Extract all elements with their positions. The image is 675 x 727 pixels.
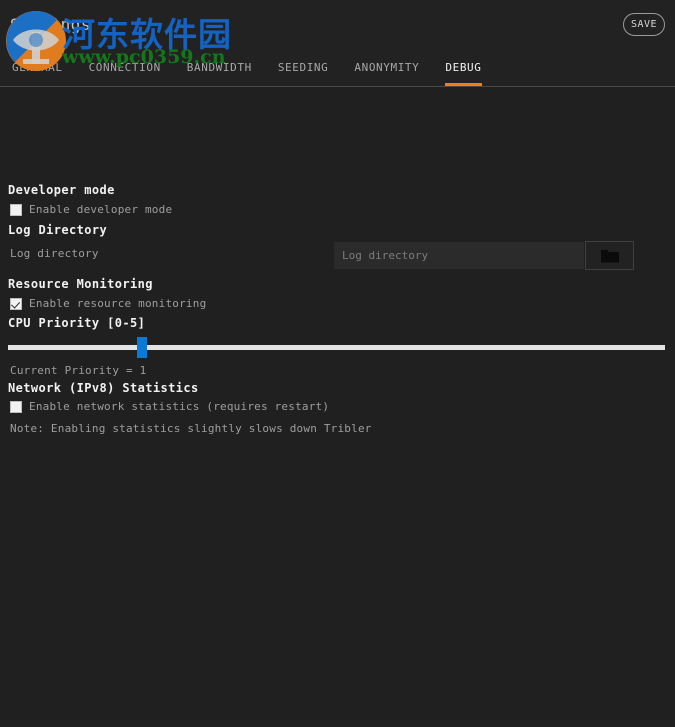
cpu-priority-slider[interactable] <box>8 337 665 359</box>
page-title: Settings <box>10 15 92 34</box>
cpu-priority-heading: CPU Priority [0-5] <box>8 316 146 330</box>
enable-developer-mode-label: Enable developer mode <box>29 203 173 216</box>
enable-developer-mode-checkbox[interactable] <box>10 203 22 216</box>
settings-tabbar: GENERAL CONNECTION BANDWIDTH SEEDING ANO… <box>12 54 508 86</box>
tab-seeding[interactable]: SEEDING <box>278 61 329 86</box>
log-directory-input[interactable] <box>334 242 584 269</box>
tab-connection[interactable]: CONNECTION <box>89 61 161 86</box>
log-directory-heading: Log Directory <box>8 223 108 237</box>
network-statistics-row[interactable]: Enable network statistics (requires rest… <box>10 400 329 413</box>
enable-network-statistics-label: Enable network statistics (requires rest… <box>29 400 330 413</box>
enable-network-statistics-checkbox[interactable] <box>10 400 22 413</box>
network-statistics-heading: Network (IPv8) Statistics <box>8 381 199 395</box>
tab-debug[interactable]: DEBUG <box>445 61 482 86</box>
tab-general[interactable]: GENERAL <box>12 61 63 86</box>
save-button[interactable]: SAVE <box>623 13 665 36</box>
resource-monitoring-row[interactable]: Enable resource monitoring <box>10 297 206 310</box>
developer-mode-heading: Developer mode <box>8 183 115 197</box>
log-directory-browse-button[interactable] <box>585 241 634 270</box>
network-statistics-note: Note: Enabling statistics slightly slows… <box>10 422 372 435</box>
debug-settings-panel: Developer mode Enable developer mode Log… <box>0 87 675 727</box>
developer-mode-row[interactable]: Enable developer mode <box>10 203 172 216</box>
enable-resource-monitoring-label: Enable resource monitoring <box>29 297 207 310</box>
tab-anonymity[interactable]: ANONYMITY <box>354 61 419 86</box>
cpu-priority-slider-handle[interactable] <box>137 337 148 358</box>
tab-bandwidth[interactable]: BANDWIDTH <box>187 61 252 86</box>
log-directory-field-label: Log directory <box>10 247 99 260</box>
resource-monitoring-heading: Resource Monitoring <box>8 277 153 291</box>
folder-icon <box>600 249 619 262</box>
current-priority-label: Current Priority = 1 <box>10 364 147 377</box>
enable-resource-monitoring-checkbox[interactable] <box>10 297 22 310</box>
window-header: Settings SAVE GENERAL CONNECTION BANDWID… <box>0 0 675 87</box>
cpu-priority-slider-track[interactable] <box>8 345 665 350</box>
